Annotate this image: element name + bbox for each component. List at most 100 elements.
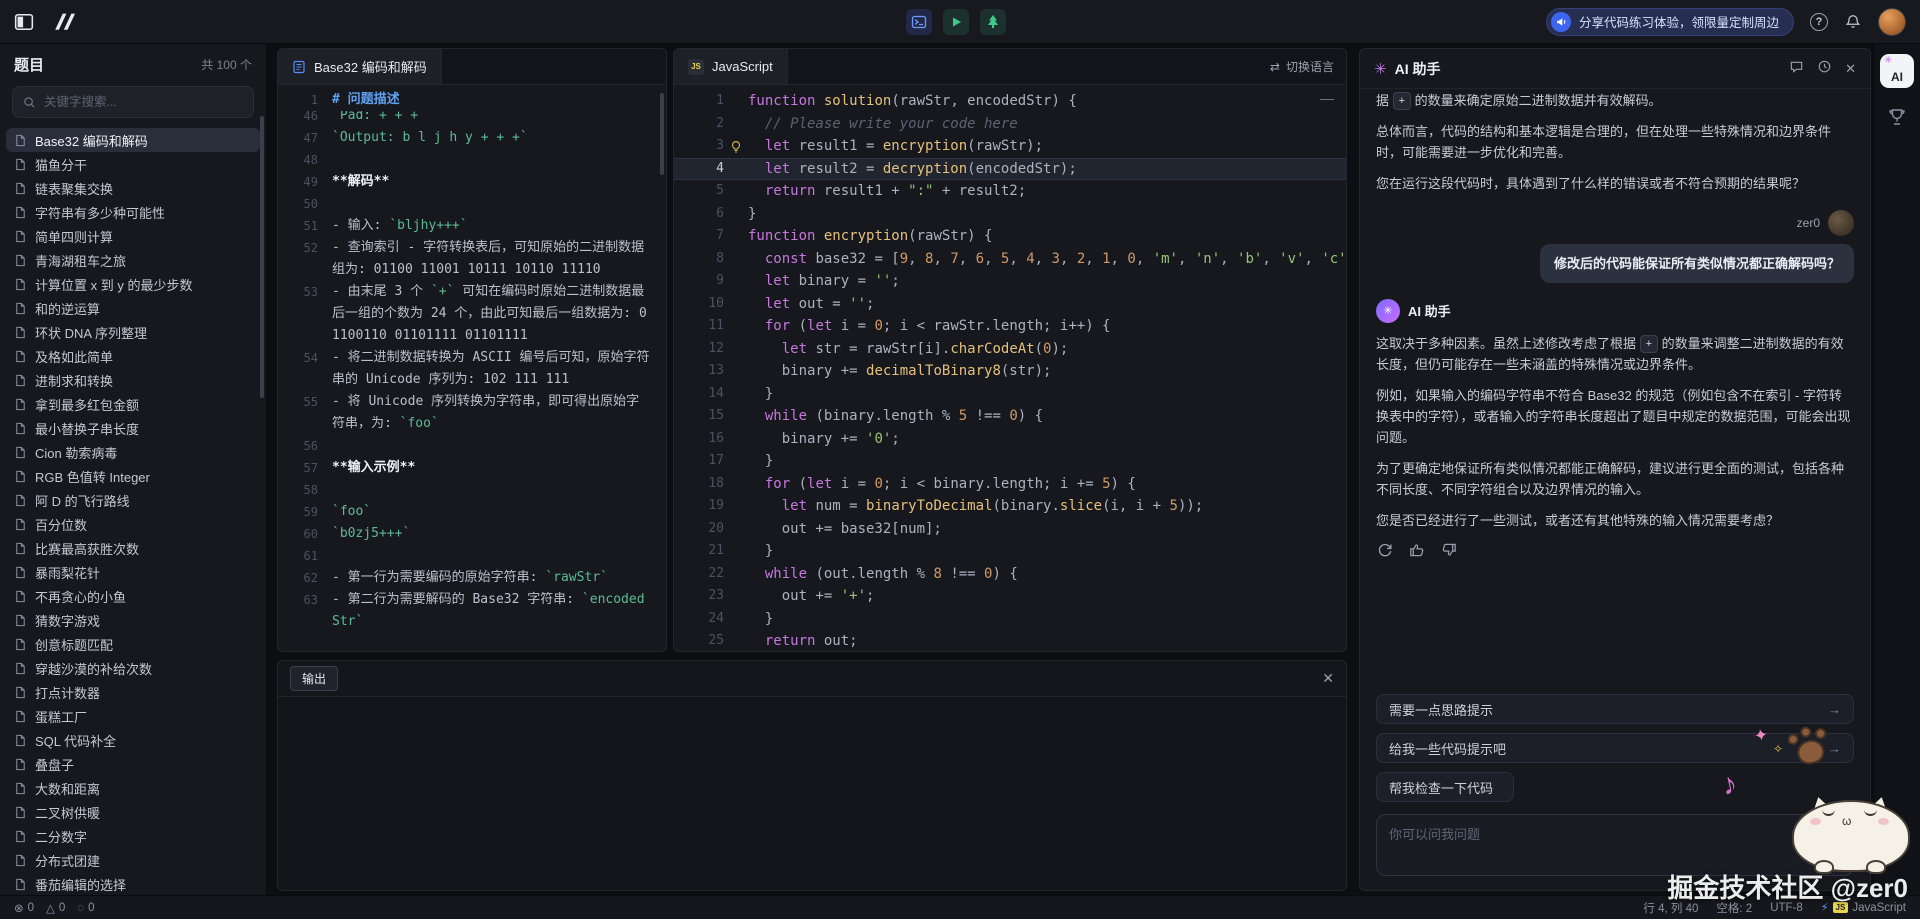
info-indicator[interactable]: ◌ 0	[77, 902, 94, 914]
sidebar-item[interactable]: 分布式团建	[6, 848, 260, 872]
sidebar-scrollbar[interactable]	[260, 116, 264, 398]
sidebar-item[interactable]: 不再贪心的小鱼	[6, 584, 260, 608]
submit-tree-button[interactable]	[980, 9, 1006, 35]
regenerate-icon[interactable]	[1376, 541, 1394, 559]
sidebar-item[interactable]: RGB 色值转 Integer	[6, 464, 260, 488]
suggestion-chip[interactable]: 帮我检查一下代码	[1376, 772, 1514, 802]
markdown-line[interactable]: 54- 将二进制数据转换为 ASCII 编号后可知，原始字符串的 Unicode…	[278, 347, 666, 391]
problem-tab[interactable]: Base32 编码和解码	[278, 49, 442, 84]
code-line[interactable]: 13 binary += decimalToBinary8(str);	[674, 360, 1346, 383]
markdown-line[interactable]: 51- 输入: `bljhy+++`	[278, 215, 666, 237]
sidebar-item[interactable]: 和的逆运算	[6, 296, 260, 320]
code-line[interactable]: 12 let str = rawStr[i].charCodeAt(0);	[674, 338, 1346, 361]
code-line[interactable]: 2 // Please write your code here	[674, 113, 1346, 136]
editor-language-tab[interactable]: JS JavaScript	[674, 49, 788, 84]
markdown-line[interactable]: 46`Pad: + + +`	[278, 111, 666, 127]
markdown-line[interactable]: 48	[278, 149, 666, 171]
sidebar-item[interactable]: 穿越沙漠的补给次数	[6, 656, 260, 680]
sidebar-item[interactable]: 拿到最多红包金额	[6, 392, 260, 416]
sidebar-item[interactable]: 打点计数器	[6, 680, 260, 704]
code-line[interactable]: 5 return result1 + ":" + result2;	[674, 180, 1346, 203]
code-line[interactable]: 15 while (binary.length % 5 !== 0) {	[674, 405, 1346, 428]
sidebar-item[interactable]: 叠盘子	[6, 752, 260, 776]
sidebar-item[interactable]: 猜数字游戏	[6, 608, 260, 632]
code-line[interactable]: 21 }	[674, 540, 1346, 563]
sidebar-item[interactable]: 及格如此简单	[6, 344, 260, 368]
sidebar-item[interactable]: 蛋糕工厂	[6, 704, 260, 728]
markdown-line[interactable]: 50	[278, 193, 666, 215]
sidebar-item[interactable]: 阿 D 的飞行路线	[6, 488, 260, 512]
sidebar-item[interactable]: 字符串有多少种可能性	[6, 200, 260, 224]
code-line[interactable]: 10 let out = '';	[674, 293, 1346, 316]
sidebar-item[interactable]: 比赛最高获胜次数	[6, 536, 260, 560]
sidebar-item[interactable]: Cion 勒索病毒	[6, 440, 260, 464]
markdown-line[interactable]: 60`b0zj5+++`	[278, 523, 666, 545]
sidebar-item[interactable]: 环状 DNA 序列整理	[6, 320, 260, 344]
markdown-line[interactable]: 57**输入示例**	[278, 457, 666, 479]
code-line[interactable]: 24 }	[674, 608, 1346, 631]
quick-fix-bulb-icon[interactable]	[729, 139, 743, 153]
code-line[interactable]: 22 while (out.length % 8 !== 0) {	[674, 563, 1346, 586]
code-line[interactable]: 25 return out;	[674, 630, 1346, 652]
trophy-icon[interactable]	[1886, 106, 1908, 128]
output-tab[interactable]: 输出	[290, 666, 338, 691]
code-line[interactable]: 7function encryption(rawStr) {	[674, 225, 1346, 248]
thumbs-up-icon[interactable]	[1408, 541, 1426, 559]
code-line[interactable]: 8 const base32 = [9, 8, 7, 6, 5, 4, 3, 2…	[674, 248, 1346, 271]
code-line[interactable]: 11 for (let i = 0; i < rawStr.length; i+…	[674, 315, 1346, 338]
code-line[interactable]: 23 out += '+';	[674, 585, 1346, 608]
debug-console-button[interactable]	[906, 9, 932, 35]
sidebar-item[interactable]: 大数和距离	[6, 776, 260, 800]
sidebar-item[interactable]: Base32 编码和解码	[6, 128, 260, 152]
history-icon[interactable]	[1817, 59, 1832, 79]
promo-banner[interactable]: 分享代码练习体验，领限量定制周边	[1546, 8, 1794, 36]
sidebar-item[interactable]: 计算位置 x 到 y 的最少步数	[6, 272, 260, 296]
markdown-line[interactable]: 47`Output: b l j h y + + +`	[278, 127, 666, 149]
code-line[interactable]: 3 let result1 = encryption(rawStr);	[674, 135, 1346, 158]
code-line[interactable]: 17 }	[674, 450, 1346, 473]
user-avatar[interactable]	[1878, 8, 1906, 36]
code-line[interactable]: 9 let binary = '';	[674, 270, 1346, 293]
new-chat-icon[interactable]	[1789, 59, 1804, 79]
markdown-body[interactable]: 1 # 问题描述 46`Pad: + + +`47`Output: b l j …	[278, 85, 666, 652]
sidebar-item[interactable]: 创意标题匹配	[6, 632, 260, 656]
sidebar-item[interactable]: 暴雨梨花针	[6, 560, 260, 584]
code-line[interactable]: 18 for (let i = 0; i < binary.length; i …	[674, 473, 1346, 496]
code-line[interactable]: 20 out += base32[num];	[674, 518, 1346, 541]
suggestion-chip[interactable]: 需要一点思路提示→	[1376, 694, 1854, 724]
markdown-line[interactable]: 56	[278, 435, 666, 457]
chat-input[interactable]	[1389, 824, 1841, 866]
markdown-line[interactable]: 52- 查询索引 - 字符转换表后，可知原始的二进制数据组为: 01100 11…	[278, 237, 666, 281]
code-line[interactable]: 19 let num = binaryToDecimal(binary.slic…	[674, 495, 1346, 518]
markdown-line[interactable]: 53- 由末尾 3 个 `+` 可知在编码时原始二进制数据最后一组的个数为 24…	[278, 281, 666, 347]
markdown-line[interactable]: 63- 第二行为需要解码的 Base32 字符串: `encodedStr`	[278, 589, 666, 633]
close-icon[interactable]: ✕	[1845, 61, 1856, 77]
ai-assistant-button[interactable]: ✳ AI	[1880, 54, 1914, 88]
code-editor[interactable]: — 1function solution(rawStr, encodedStr)…	[674, 85, 1346, 652]
problem-scrollbar[interactable]	[660, 93, 664, 175]
app-logo[interactable]	[52, 12, 80, 32]
markdown-line[interactable]: 59`foo`	[278, 501, 666, 523]
code-line[interactable]: 14 }	[674, 383, 1346, 406]
markdown-line[interactable]: 58	[278, 479, 666, 501]
code-line[interactable]: 1function solution(rawStr, encodedStr) {	[674, 90, 1346, 113]
code-line[interactable]: 16 binary += '0';	[674, 428, 1346, 451]
help-icon[interactable]: ?	[1810, 13, 1828, 31]
markdown-line[interactable]: 55- 将 Unicode 序列转换为字符串，即可得出原始字符串，为: `foo…	[278, 391, 666, 435]
run-button[interactable]	[943, 9, 969, 35]
sidebar-toggle-icon[interactable]	[14, 12, 34, 32]
errors-indicator[interactable]: ⊗ 0	[14, 901, 34, 915]
markdown-line[interactable]: 49**解码**	[278, 171, 666, 193]
sidebar-item[interactable]: 青海湖租车之旅	[6, 248, 260, 272]
markdown-line[interactable]: 62- 第一行为需要编码的原始字符串: `rawStr`	[278, 567, 666, 589]
sidebar-item[interactable]: 链表聚集交换	[6, 176, 260, 200]
thumbs-down-icon[interactable]	[1440, 541, 1458, 559]
search-input[interactable]	[44, 95, 243, 109]
sidebar-item[interactable]: 简单四则计算	[6, 224, 260, 248]
notifications-bell-icon[interactable]	[1844, 13, 1862, 31]
warnings-indicator[interactable]: △ 0	[46, 901, 65, 915]
sidebar-item[interactable]: SQL 代码补全	[6, 728, 260, 752]
close-icon[interactable]: ✕	[1322, 670, 1334, 687]
sidebar-item[interactable]: 番茄编辑的选择	[6, 872, 260, 896]
code-line[interactable]: 6}	[674, 203, 1346, 226]
